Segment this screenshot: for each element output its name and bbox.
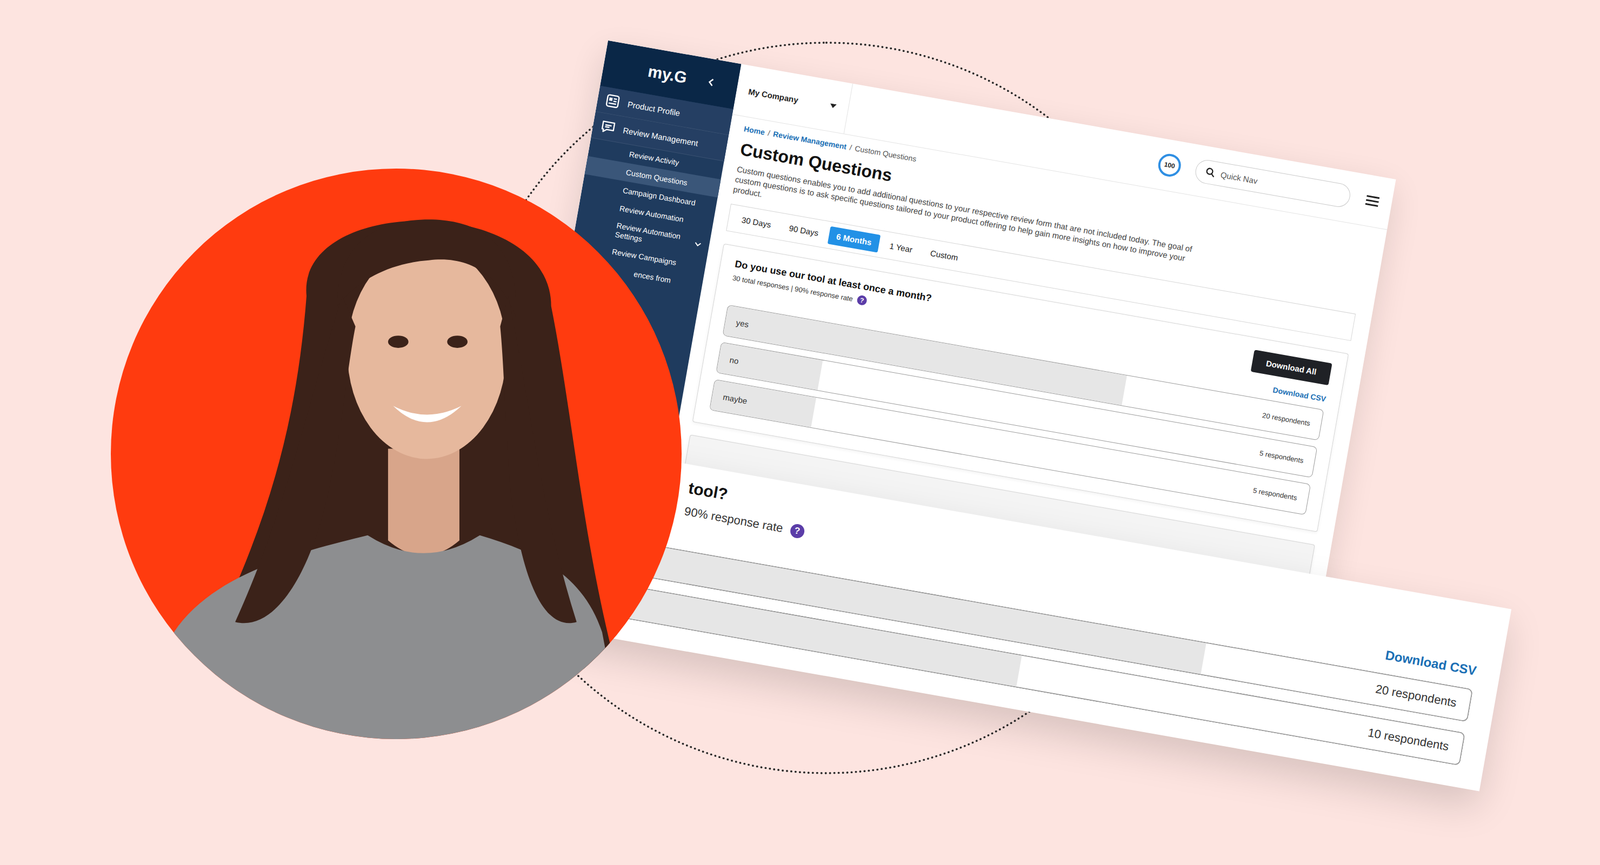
- breadcrumb-separator: /: [767, 128, 771, 138]
- score-badge[interactable]: 100: [1156, 152, 1183, 179]
- page-description: Custom questions enables you to add addi…: [732, 164, 1217, 279]
- logo[interactable]: my.G: [646, 61, 689, 87]
- help-badge[interactable]: ?: [856, 295, 868, 307]
- download-csv-link[interactable]: Download CSV: [589, 507, 1478, 679]
- respondent-count: 20 respondents: [1261, 411, 1311, 428]
- magnifier-icon: [1204, 167, 1217, 179]
- answer-label: no: [728, 355, 739, 366]
- period-tab[interactable]: 90 Days: [780, 217, 828, 244]
- search-field[interactable]: Quick Nav: [1193, 158, 1352, 210]
- period-tab[interactable]: Custom: [921, 243, 968, 269]
- download-all-button[interactable]: Download All: [1250, 350, 1332, 386]
- respondent-count: 10 respondents: [1366, 725, 1450, 755]
- answer-label: maybe: [722, 392, 748, 406]
- answer-label: yes: [735, 317, 750, 330]
- respondent-count: 20 respondents: [1374, 682, 1458, 711]
- help-badge[interactable]: ?: [789, 523, 806, 540]
- period-tab[interactable]: 6 Months: [827, 226, 881, 253]
- hamburger-icon[interactable]: [1364, 194, 1380, 208]
- chevron-down-icon: [693, 241, 703, 248]
- search-placeholder: Quick Nav: [1220, 169, 1259, 186]
- breadcrumb-separator: /: [849, 143, 853, 152]
- question-info: Do you use our tool at least once a mont…: [731, 258, 933, 317]
- chevron-left-icon[interactable]: [707, 77, 716, 88]
- respondent-count: 5 respondents: [1252, 486, 1298, 503]
- chat-icon: [599, 118, 617, 136]
- profile-icon: [603, 92, 622, 110]
- period-tab[interactable]: 1 Year: [880, 235, 922, 260]
- caret-down-icon: [829, 103, 837, 109]
- stage: my.GProduct ProfileReview ManagementRevi…: [0, 0, 1600, 865]
- company-selector[interactable]: My Company: [732, 63, 853, 134]
- portrait-photo: [110, 168, 682, 740]
- breadcrumb-item[interactable]: Home: [743, 124, 766, 137]
- person-photo-icon: [110, 168, 682, 740]
- respondent-count: 5 respondents: [1258, 449, 1305, 465]
- period-tab[interactable]: 30 Days: [732, 209, 781, 236]
